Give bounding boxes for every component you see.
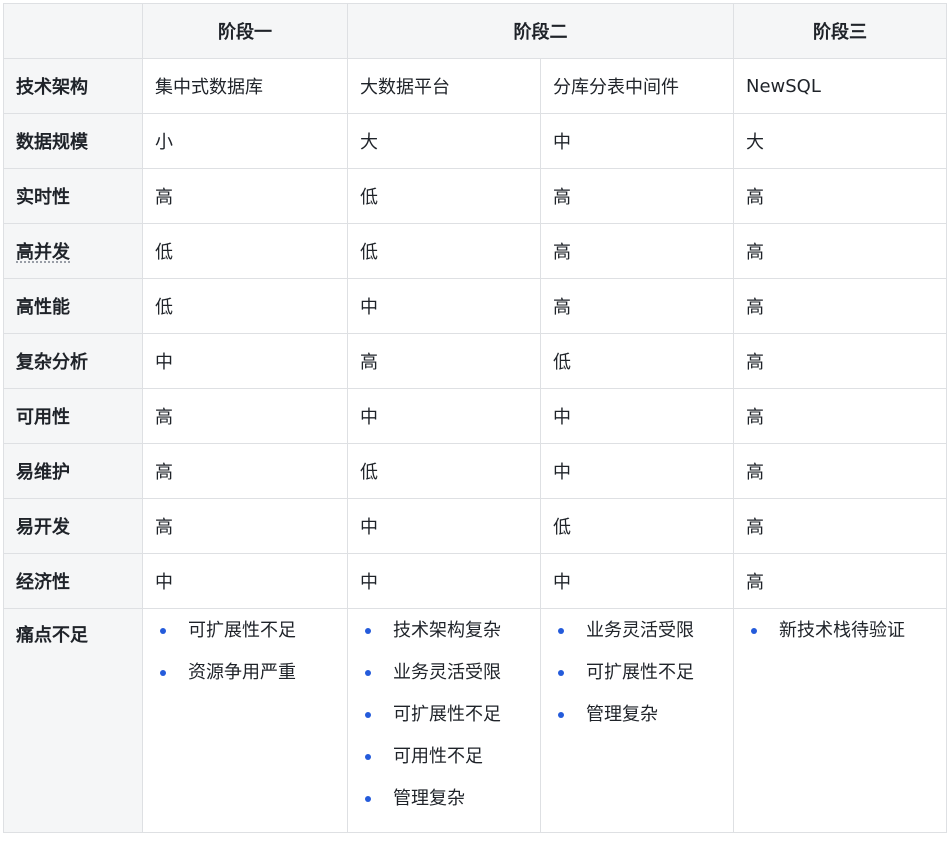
cell-stage2a: 高 [347,333,541,389]
table-row: 数据规模 小 大 中 大 [3,113,947,169]
pain-points-row: 痛点不足 可扩展性不足 资源争用严重 技术架构复杂 业务灵活受限 可扩展性不足 … [3,608,947,833]
row-label: 复杂分析 [3,333,143,389]
pain-list-stage1: 可扩展性不足 资源争用严重 [155,621,335,705]
table-row: 易开发 高 中 低 高 [3,498,947,554]
cell-stage2a: 大 [347,113,541,169]
cell-stage3: 高 [733,223,947,279]
bullet-item: 新技术栈待验证 [746,621,934,663]
row-label: 高并发 [3,223,143,279]
cell-stage2b: 中 [540,113,734,169]
corner-cell [3,3,143,59]
row-label: 可用性 [3,388,143,444]
row-label: 易维护 [3,443,143,499]
bullet-item: 管理复杂 [360,789,528,831]
bullet-item: 可扩展性不足 [553,663,721,705]
cell-stage2a: 中 [347,498,541,554]
cell-stage1: 可扩展性不足 资源争用严重 [142,608,348,833]
row-label: 痛点不足 [3,608,143,833]
cell-stage3: NewSQL [733,58,947,114]
cell-stage2b: 低 [540,333,734,389]
cell-stage1: 高 [142,388,348,444]
bullet-item: 业务灵活受限 [553,621,721,663]
cell-stage3: 高 [733,443,947,499]
cell-stage1: 集中式数据库 [142,58,348,114]
cell-stage2a: 低 [347,443,541,499]
header-row: 阶段一 阶段二 阶段三 [3,3,947,59]
table-row: 经济性 中 中 中 高 [3,553,947,609]
table-row: 可用性 高 中 中 高 [3,388,947,444]
cell-stage3: 高 [733,278,947,334]
bullet-item: 可用性不足 [360,747,528,789]
cell-stage2b: 中 [540,553,734,609]
cell-stage2a: 技术架构复杂 业务灵活受限 可扩展性不足 可用性不足 管理复杂 [347,608,541,833]
cell-stage2a: 低 [347,223,541,279]
table-row: 实时性 高 低 高 高 [3,168,947,224]
pain-list-stage2b: 业务灵活受限 可扩展性不足 管理复杂 [553,621,721,747]
cell-stage2b: 高 [540,223,734,279]
cell-stage2a: 低 [347,168,541,224]
cell-stage2b: 高 [540,278,734,334]
cell-stage3: 新技术栈待验证 [733,608,947,833]
table-row: 复杂分析 中 高 低 高 [3,333,947,389]
bullet-item: 管理复杂 [553,705,721,747]
cell-stage2b: 业务灵活受限 可扩展性不足 管理复杂 [540,608,734,833]
cell-stage2b: 高 [540,168,734,224]
bullet-item: 资源争用严重 [155,663,335,705]
cell-stage2a: 中 [347,278,541,334]
row-label: 技术架构 [3,58,143,114]
cell-stage1: 高 [142,443,348,499]
comparison-table: 阶段一 阶段二 阶段三 技术架构 集中式数据库 大数据平台 分库分表中间件 Ne… [3,3,947,833]
cell-stage1: 小 [142,113,348,169]
cell-stage2a: 大数据平台 [347,58,541,114]
cell-stage2b: 分库分表中间件 [540,58,734,114]
bullet-item: 可扩展性不足 [360,705,528,747]
pain-list-stage2a: 技术架构复杂 业务灵活受限 可扩展性不足 可用性不足 管理复杂 [360,621,528,831]
header-stage1: 阶段一 [142,3,348,59]
table-row: 易维护 高 低 中 高 [3,443,947,499]
cell-stage1: 低 [142,278,348,334]
row-label: 易开发 [3,498,143,554]
table-row: 高性能 低 中 高 高 [3,278,947,334]
row-label: 实时性 [3,168,143,224]
table-row: 技术架构 集中式数据库 大数据平台 分库分表中间件 NewSQL [3,58,947,114]
bullet-item: 业务灵活受限 [360,663,528,705]
row-label: 数据规模 [3,113,143,169]
cell-stage1: 高 [142,168,348,224]
header-stage2: 阶段二 [347,3,734,59]
cell-stage3: 高 [733,553,947,609]
cell-stage2b: 低 [540,498,734,554]
row-label: 经济性 [3,553,143,609]
cell-stage2a: 中 [347,388,541,444]
cell-stage3: 高 [733,498,947,554]
cell-stage3: 大 [733,113,947,169]
row-label-text: 高并发 [16,242,70,263]
header-stage3: 阶段三 [733,3,947,59]
cell-stage1: 中 [142,333,348,389]
bullet-item: 技术架构复杂 [360,621,528,663]
cell-stage3: 高 [733,168,947,224]
cell-stage3: 高 [733,388,947,444]
cell-stage1: 低 [142,223,348,279]
cell-stage3: 高 [733,333,947,389]
cell-stage2b: 中 [540,443,734,499]
bullet-item: 可扩展性不足 [155,621,335,663]
cell-stage1: 中 [142,553,348,609]
cell-stage2b: 中 [540,388,734,444]
row-label: 高性能 [3,278,143,334]
cell-stage2a: 中 [347,553,541,609]
table-row: 高并发 低 低 高 高 [3,223,947,279]
pain-list-stage3: 新技术栈待验证 [746,621,934,663]
cell-stage1: 高 [142,498,348,554]
